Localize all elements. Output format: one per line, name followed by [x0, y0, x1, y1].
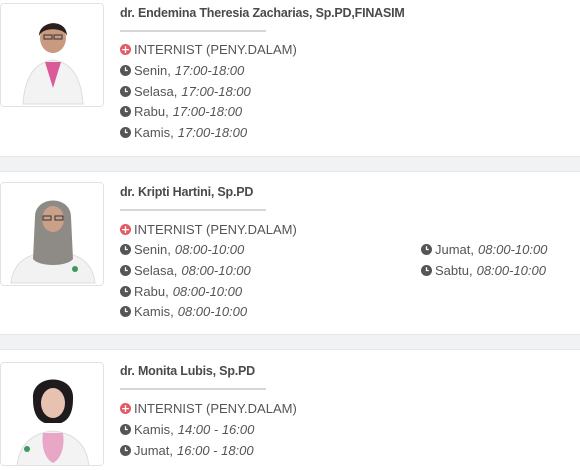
doctor-card: dr. Kripti Hartini, Sp.PD + INTERNIST (P…	[0, 172, 580, 334]
plus-circle-icon: +	[120, 43, 131, 56]
name-divider	[120, 209, 266, 211]
doctor-card: dr. Monita Lubis, Sp.PD + INTERNIST (PEN…	[0, 350, 580, 470]
specialty-row: + INTERNIST (PENY.DALAM)	[120, 401, 297, 416]
schedule-row: Jumat, 16:00 - 18:00	[120, 443, 254, 458]
doctor-card: dr. Endemina Theresia Zacharias, Sp.PD,F…	[0, 0, 580, 156]
schedule-row: Kamis, 17:00-18:00	[120, 125, 247, 140]
clock-icon	[120, 127, 131, 138]
clock-icon	[120, 244, 131, 255]
schedule-day: Selasa,	[134, 263, 178, 278]
schedule-row: Senin, 17:00-18:00	[120, 63, 244, 78]
clock-icon	[120, 445, 131, 456]
specialty-label: INTERNIST (PENY.DALAM)	[134, 42, 297, 57]
schedule-day: Rabu,	[134, 104, 169, 119]
schedule-day: Selasa,	[134, 84, 178, 99]
schedule-time: 17:00-18:00	[177, 125, 248, 140]
schedule-row: Selasa, 17:00-18:00	[120, 84, 251, 99]
schedule-time: 17:00-18:00	[181, 84, 251, 99]
schedule-time: 17:00-18:00	[172, 104, 243, 119]
doctor-name[interactable]: dr. Endemina Theresia Zacharias, Sp.PD,F…	[120, 6, 405, 20]
clock-icon	[120, 424, 131, 435]
schedule-time: 08:00-10:00	[478, 242, 548, 257]
schedule-row: Kamis, 14:00 - 16:00	[120, 422, 254, 437]
schedule-row: Selasa, 08:00-10:00	[120, 263, 251, 278]
doctor-photo[interactable]	[0, 362, 104, 466]
schedule-time: 08:00-10:00	[177, 304, 248, 319]
schedule-day: Rabu,	[134, 284, 169, 299]
clock-icon	[120, 265, 131, 276]
clock-icon	[421, 265, 432, 276]
schedule-day: Kamis,	[134, 422, 174, 437]
schedule-day: Kamis,	[134, 304, 174, 319]
specialty-label: INTERNIST (PENY.DALAM)	[134, 222, 297, 237]
schedule-time: 17:00-18:00	[174, 63, 245, 78]
schedule-row: Jumat, 08:00-10:00	[421, 242, 547, 257]
plus-circle-icon: +	[120, 223, 131, 236]
doctor-portrait-image	[1, 183, 103, 285]
schedule-day: Kamis,	[134, 125, 174, 140]
card-separator	[0, 156, 580, 172]
clock-icon	[120, 286, 131, 297]
doctor-name[interactable]: dr. Kripti Hartini, Sp.PD	[120, 185, 253, 199]
name-divider	[120, 30, 266, 32]
specialty-row: + INTERNIST (PENY.DALAM)	[120, 42, 297, 57]
card-separator	[0, 334, 580, 350]
clock-icon	[120, 306, 131, 317]
schedule-row: Sabtu, 08:00-10:00	[421, 263, 546, 278]
plus-circle-icon: +	[120, 402, 131, 415]
schedule-time: 08:00-10:00	[181, 263, 251, 278]
schedule-time: 14:00 - 16:00	[177, 422, 255, 437]
schedule-day: Jumat,	[134, 443, 174, 458]
schedule-day: Senin,	[134, 63, 171, 78]
doctor-photo[interactable]	[0, 3, 104, 107]
schedule-time: 16:00 - 18:00	[177, 443, 254, 458]
clock-icon	[120, 106, 131, 117]
schedule-day: Sabtu,	[435, 263, 473, 278]
schedule-time: 08:00-10:00	[174, 242, 245, 257]
doctor-portrait-image	[1, 363, 103, 465]
schedule-row: Kamis, 08:00-10:00	[120, 304, 247, 319]
doctor-photo[interactable]	[0, 182, 104, 286]
specialty-label: INTERNIST (PENY.DALAM)	[134, 401, 297, 416]
name-divider	[120, 388, 266, 390]
doctor-portrait-image	[1, 4, 103, 106]
schedule-row: Rabu, 08:00-10:00	[120, 284, 242, 299]
clock-icon	[120, 65, 131, 76]
schedule-row: Senin, 08:00-10:00	[120, 242, 244, 257]
schedule-day: Jumat,	[435, 242, 475, 257]
schedule-time: 08:00-10:00	[476, 263, 546, 278]
schedule-row: Rabu, 17:00-18:00	[120, 104, 242, 119]
doctor-name[interactable]: dr. Monita Lubis, Sp.PD	[120, 364, 255, 378]
specialty-row: + INTERNIST (PENY.DALAM)	[120, 222, 297, 237]
clock-icon	[421, 244, 432, 255]
clock-icon	[120, 86, 131, 97]
schedule-day: Senin,	[134, 242, 171, 257]
schedule-time: 08:00-10:00	[172, 284, 243, 299]
